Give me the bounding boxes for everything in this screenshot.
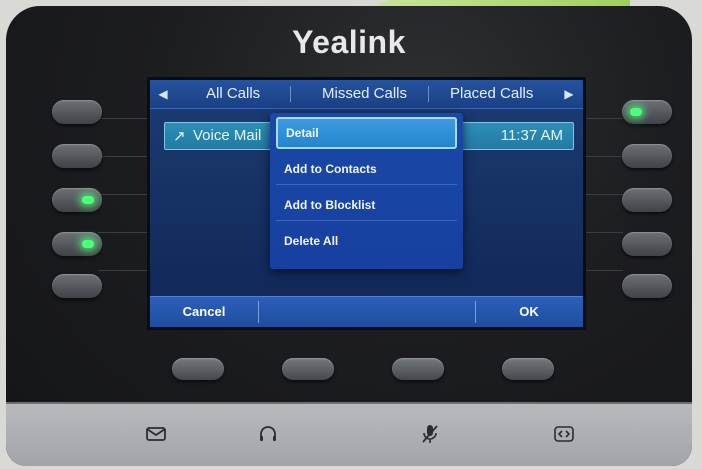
line-key-connector [98,118,150,119]
transfer-icon[interactable] [552,422,576,446]
soft-button-4[interactable] [502,358,554,380]
line-key-connector [583,156,623,157]
line-key-left-4[interactable] [52,232,102,256]
line-led-right-3 [630,196,642,204]
line-key-connector [98,270,150,271]
soft-button-3[interactable] [392,358,444,380]
call-contact-name: Voice Mail [193,127,262,144]
line-led-right-2 [630,152,642,160]
soft-button-2[interactable] [282,358,334,380]
line-key-right-5[interactable] [622,274,672,298]
options-menu: Detail Add to Contacts Add to Blocklist … [270,113,463,269]
line-key-left-2[interactable] [52,144,102,168]
envelope-icon[interactable] [144,422,168,446]
menu-item-add-to-blocklist[interactable]: Add to Blocklist [276,189,457,221]
menu-item-add-to-contacts[interactable]: Add to Contacts [276,153,457,185]
line-led-left-5 [82,282,94,290]
line-led-left-1 [82,108,94,116]
softkey-cancel[interactable]: Cancel [150,297,258,327]
line-key-connector [98,156,150,157]
tab-separator [290,86,291,102]
call-history-tabbar: ◀ All Calls Missed Calls Placed Calls ▶ [150,80,583,109]
line-led-right-5 [630,282,642,290]
soft-button-1[interactable] [172,358,224,380]
line-key-right-2[interactable] [622,144,672,168]
line-key-connector [98,232,150,233]
function-key-strip [6,402,692,466]
line-key-connector [583,194,623,195]
tab-placed-calls[interactable]: Placed Calls [450,85,533,103]
mute-microphone-icon[interactable] [418,422,442,446]
line-led-left-4 [82,240,94,248]
tab-right-arrow-icon[interactable]: ▶ [562,86,576,102]
softkey-ok[interactable]: OK [475,297,583,327]
line-key-connector [98,194,150,195]
line-key-right-1[interactable] [622,100,672,124]
brand-logo: Yealink [292,24,406,60]
tab-left-arrow-icon[interactable]: ◀ [156,86,170,102]
phone-body: Yealink ◀ All Calls Missed Calls Placed … [6,6,692,466]
tab-all-calls[interactable]: All Calls [206,85,260,103]
softkey-separator [258,301,259,323]
tab-missed-calls[interactable]: Missed Calls [322,85,407,103]
line-key-connector [583,270,623,271]
lcd-screen: ◀ All Calls Missed Calls Placed Calls ▶ … [150,80,583,327]
headset-icon[interactable] [256,422,280,446]
call-time: 11:37 AM [500,127,563,144]
softkey-bar: Cancel OK [150,296,583,327]
line-key-connector [583,118,623,119]
line-key-left-3[interactable] [52,188,102,212]
line-led-left-2 [82,152,94,160]
line-led-right-4 [630,240,642,248]
line-key-right-3[interactable] [622,188,672,212]
line-key-left-5[interactable] [52,274,102,298]
line-key-right-4[interactable] [622,232,672,256]
outgoing-call-icon: ↗ [173,128,186,145]
tab-separator [428,86,429,102]
line-led-left-3 [82,196,94,204]
line-key-connector [583,232,623,233]
menu-item-delete-all[interactable]: Delete All [276,225,457,257]
line-led-right-1 [630,108,642,116]
line-key-left-1[interactable] [52,100,102,124]
menu-item-detail[interactable]: Detail [276,117,457,149]
